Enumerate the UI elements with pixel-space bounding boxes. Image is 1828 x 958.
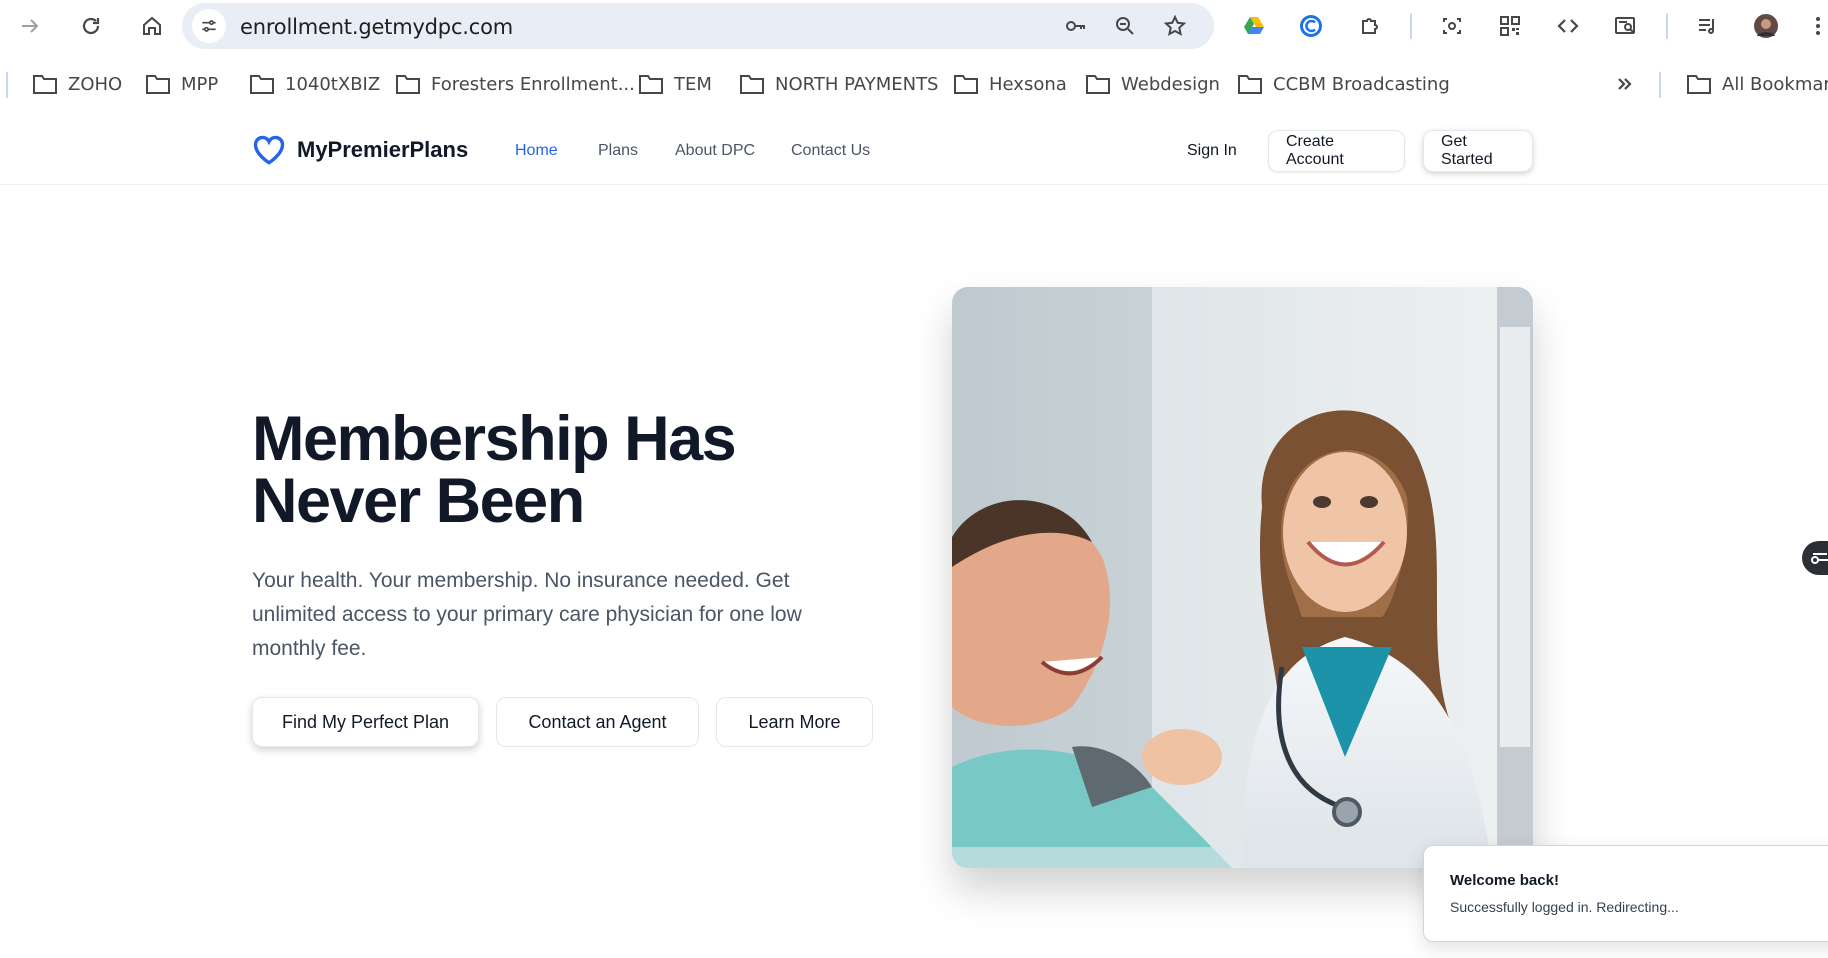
puzzle-icon[interactable]: [1352, 8, 1388, 44]
bookmark-hexsona[interactable]: Hexsona: [953, 68, 1067, 100]
bookmark-label: MPP: [181, 73, 219, 95]
bookmark-1040txbiz[interactable]: 1040tXBIZ: [249, 68, 380, 100]
folder-icon: [1086, 75, 1110, 94]
bookmark-label: Webdesign: [1121, 73, 1220, 95]
bookmark-label: NORTH PAYMENTS: [775, 73, 939, 95]
get-started-button[interactable]: Get Started: [1423, 130, 1533, 172]
site-header: MyPremierPlans Home Plans About DPC Cont…: [0, 116, 1828, 185]
bookmark-label: Hexsona: [989, 73, 1067, 95]
zoom-icon[interactable]: [1107, 8, 1143, 44]
bookmark-north-payments[interactable]: NORTH PAYMENTS: [739, 68, 939, 100]
login-toast: Welcome back! Successfully logged in. Re…: [1423, 845, 1828, 942]
folder-icon: [33, 75, 57, 94]
bookmarks-divider: [1659, 72, 1661, 98]
bookmark-label: 1040tXBIZ: [285, 73, 381, 95]
sign-in-link[interactable]: Sign In: [1187, 142, 1237, 160]
bookmark-label: ZOHO: [68, 73, 123, 95]
avatar[interactable]: [1748, 8, 1784, 44]
bookmarks-divider: [6, 72, 8, 98]
home-icon[interactable]: [134, 8, 170, 44]
folder-icon: [1687, 75, 1711, 94]
brand-name: MyPremierPlans: [297, 137, 469, 162]
camera-icon[interactable]: [1434, 8, 1470, 44]
reading-mode-icon[interactable]: [1607, 8, 1643, 44]
folder-icon: [396, 75, 420, 94]
bookmark-zoho[interactable]: ZOHO: [32, 68, 122, 100]
hero-image-doctor-patient: stablediffu: [952, 287, 1533, 868]
bookmark-label: All Bookmarks: [1722, 73, 1828, 95]
bookmark-tem[interactable]: TEM: [638, 68, 712, 100]
folder-icon: [740, 75, 764, 94]
bookmark-label: CCBM Broadcasting: [1273, 73, 1450, 95]
address-bar[interactable]: enrollment.getmydpc.com: [182, 3, 1214, 49]
more-bookmarks-icon[interactable]: [1612, 68, 1638, 100]
reload-icon[interactable]: [73, 8, 109, 44]
bookmark-webdesign[interactable]: Webdesign: [1085, 68, 1220, 100]
code-icon[interactable]: [1550, 8, 1586, 44]
toast-title: Welcome back!: [1450, 872, 1559, 889]
toolbar-divider: [1666, 13, 1668, 39]
folder-icon: [954, 75, 978, 94]
kebab-menu-icon[interactable]: [1800, 8, 1828, 44]
qr-code-icon[interactable]: [1492, 8, 1528, 44]
forward-icon[interactable]: [12, 8, 48, 44]
folder-icon: [146, 75, 170, 94]
google-drive-icon[interactable]: [1236, 8, 1272, 44]
tune-icon[interactable]: [192, 9, 226, 43]
nav-plans[interactable]: Plans: [598, 142, 638, 160]
browser-toolbar: enrollment.getmydpc.com: [0, 0, 1828, 52]
folder-icon: [250, 75, 274, 94]
find-my-perfect-plan-button[interactable]: Find My Perfect Plan: [252, 697, 479, 747]
bookmark-label: Foresters Enrollment...: [431, 73, 635, 95]
url-text[interactable]: enrollment.getmydpc.com: [240, 15, 513, 39]
hero-title-line-2: Never Been: [252, 466, 585, 536]
bookmark-foresters[interactable]: Foresters Enrollment...: [395, 68, 635, 100]
star-icon[interactable]: [1157, 8, 1193, 44]
bookmark-label: TEM: [674, 73, 712, 95]
create-account-button[interactable]: Create Account: [1268, 130, 1405, 172]
contact-an-agent-button[interactable]: Contact an Agent: [496, 697, 699, 747]
bookmark-mpp[interactable]: MPP: [145, 68, 218, 100]
hero-title: Membership Has Never Been: [252, 408, 812, 533]
toolbar-divider: [1410, 13, 1412, 39]
nav-home[interactable]: Home: [515, 142, 558, 160]
key-icon[interactable]: [1058, 8, 1094, 44]
learn-more-button[interactable]: Learn More: [716, 697, 873, 747]
bookmarks-bar: ZOHO MPP 1040tXBIZ Foresters Enrollment.…: [0, 62, 1828, 106]
side-tab-icon[interactable]: [1802, 541, 1828, 575]
hero-subtitle: Your health. Your membership. No insuran…: [252, 569, 802, 660]
heart-icon: [253, 135, 285, 165]
folder-icon: [639, 75, 663, 94]
bookmark-all-bookmarks[interactable]: All Bookmarks: [1686, 68, 1828, 100]
bookmark-ccbm[interactable]: CCBM Broadcasting: [1237, 68, 1450, 100]
folder-icon: [1238, 75, 1262, 94]
brand-logo[interactable]: MyPremierPlans: [252, 134, 468, 166]
nav-contact-us[interactable]: Contact Us: [791, 142, 870, 160]
media-queue-icon[interactable]: [1690, 8, 1726, 44]
hero-title-line-1: Membership Has: [252, 404, 737, 474]
c-extension-icon[interactable]: [1293, 8, 1329, 44]
toast-message: Successfully logged in. Redirecting...: [1450, 899, 1679, 915]
nav-about-dpc[interactable]: About DPC: [675, 142, 755, 160]
